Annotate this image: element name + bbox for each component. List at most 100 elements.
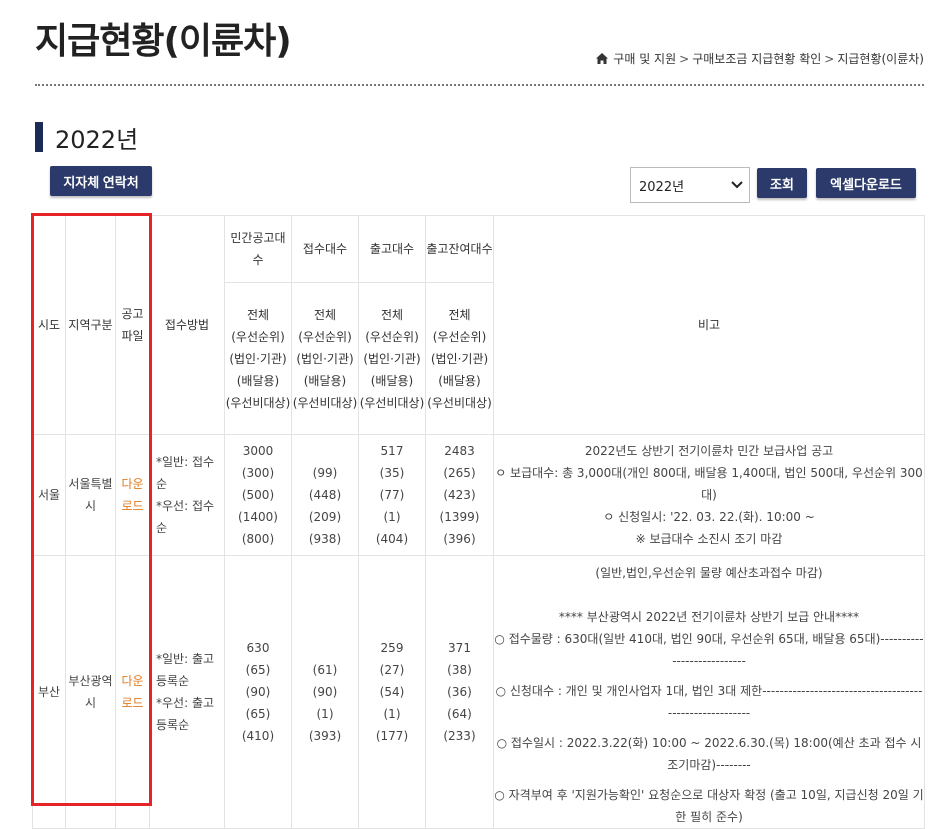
value: 371: [448, 641, 471, 655]
header-breakdown: 전체 (우선순위) (법인·기관) (배달용) (우선비대상): [358, 282, 426, 435]
cell-remaining: 371 (38) (36) (64) (233): [425, 555, 494, 829]
value: (1): [316, 707, 334, 721]
value: (35): [379, 466, 405, 480]
breakdown-label: (우선순위): [365, 329, 419, 344]
breakdown-label: (법인·기관): [296, 351, 354, 366]
breakdown-label: 전체: [380, 307, 404, 322]
home-icon[interactable]: [596, 53, 609, 64]
year-select[interactable]: 2022년: [630, 167, 750, 203]
header-public-count: 민간공고대수: [224, 215, 292, 283]
value: 630: [246, 641, 270, 655]
method-line: *우선: 출고등록순: [156, 696, 215, 732]
contact-button[interactable]: 지자체 연락처: [50, 166, 152, 196]
value: (209): [308, 510, 342, 524]
cell-shipped: 259 (27) (54) (1) (177): [358, 555, 426, 829]
header-breakdown: 전체 (우선순위) (법인·기관) (배달용) (우선비대상): [425, 282, 494, 435]
section-title-bar: [35, 122, 43, 152]
breakdown-label: 전체: [448, 307, 471, 322]
cell-received: (99) (448) (209) (938): [291, 434, 359, 556]
note-line: [494, 584, 924, 606]
cell-file: 다운로드: [115, 555, 150, 829]
note-line: ○ 접수물량 : 630대(일반 410대, 법인 90대, 우선순위 65대,…: [494, 632, 924, 668]
value: (54): [379, 685, 405, 699]
value: (500): [241, 488, 275, 502]
value: (1): [383, 510, 401, 524]
cell-note: (일반,법인,우선순위 물량 예산초과접수 마감) **** 부산광역시 202…: [493, 555, 925, 829]
note-line: (일반,법인,우선순위 물량 예산초과접수 마감): [595, 566, 823, 580]
breakdown-label: (우선비대상): [427, 395, 492, 410]
excel-download-button[interactable]: 엑셀다운로드: [816, 168, 916, 198]
search-button[interactable]: 조회: [757, 168, 807, 198]
value: (1399): [439, 510, 480, 524]
breadcrumb: 구매 및 지원 > 구매보조금 지급현황 확인 > 지급현황(이륜차): [596, 50, 924, 67]
value: (1): [383, 707, 401, 721]
header-shipped-count: 출고대수: [358, 215, 426, 283]
value: (64): [447, 707, 472, 721]
breakdown-label: (우선비대상): [292, 395, 358, 410]
header-note: 비고: [493, 215, 925, 435]
breadcrumb-separator-icon: >: [824, 51, 835, 66]
breakdown-label: (우선순위): [298, 329, 352, 344]
value: 2483: [444, 444, 475, 458]
header-breakdown: 전체 (우선순위) (법인·기관) (배달용) (우선비대상): [224, 282, 292, 435]
method-line: *일반: 접수순: [156, 455, 215, 491]
breakdown-label: (배달용): [303, 373, 347, 388]
subsidy-status-table: 시도 지역구분 공고파일 접수방법 민간공고대수 접수대수 출고대수 출고잔여대…: [32, 215, 925, 829]
value: (90): [312, 685, 338, 699]
note-line: **** 부산광역시 2022년 전기이륜차 상반기 보급 안내****: [558, 610, 860, 624]
header-received-count: 접수대수: [291, 215, 359, 283]
section-title-text: 2022년: [55, 125, 139, 154]
cell-method: *일반: 접수순 *우선: 접수순: [149, 434, 225, 556]
value: (38): [447, 663, 472, 677]
note-line: ○ 자격부여 후 '지원가능확인' 요청순으로 대상자 확정 (출고 10일, …: [494, 788, 924, 824]
breakdown-label: 전체: [313, 307, 337, 322]
cell-public: 3000 (300) (500) (1400) (800): [224, 434, 292, 556]
cell-shipped: 517 (35) (77) (1) (404): [358, 434, 426, 556]
breadcrumb-item[interactable]: 구매보조금 지급현황 확인: [692, 50, 821, 67]
method-line: *우선: 접수순: [156, 499, 215, 535]
header-sido: 시도: [32, 215, 66, 435]
value: (423): [443, 488, 476, 502]
value: (65): [245, 707, 271, 721]
value: (77): [379, 488, 405, 502]
notice-download-link[interactable]: 다운로드: [121, 477, 143, 513]
value: (36): [447, 685, 472, 699]
value: (99): [312, 466, 338, 480]
breadcrumb-item[interactable]: 구매 및 지원: [613, 50, 676, 67]
value: (938): [308, 532, 342, 546]
title-divider: [35, 84, 924, 86]
value: (61): [312, 663, 338, 677]
chevron-down-icon: [731, 181, 743, 189]
note-line: ※ 보급대수 소진시 조기 마감: [635, 532, 783, 546]
table-row: 서울 서울특별시 다운로드 *일반: 접수순 *우선: 접수순 3000 (30…: [32, 434, 925, 556]
note-line: ○ 신청대수 : 개인 및 개인사업자 1대, 법인 3대 제한--------…: [495, 684, 923, 720]
header-method: 접수방법: [149, 215, 225, 435]
value: (177): [375, 729, 409, 743]
value: (300): [241, 466, 275, 480]
value: (404): [375, 532, 409, 546]
breakdown-label: (법인·기관): [363, 351, 421, 366]
header-region: 지역구분: [65, 215, 116, 435]
breakdown-label: (우선비대상): [359, 395, 425, 410]
value: (90): [245, 685, 271, 699]
value: (233): [443, 729, 476, 743]
breakdown-label: (배달용): [370, 373, 414, 388]
value: 3000: [242, 444, 274, 458]
breakdown-label: (배달용): [236, 373, 280, 388]
value: (265): [443, 466, 476, 480]
notice-download-link[interactable]: 다운로드: [121, 674, 143, 710]
page-title: 지급현황(이륜차): [35, 21, 292, 62]
note-line: ㅇ 신청일시: '22. 03. 22.(화). 10:00 ~: [603, 510, 815, 524]
breadcrumb-current: 지급현황(이륜차): [837, 52, 924, 66]
breakdown-label: (법인·기관): [430, 351, 489, 366]
breadcrumb-separator-icon: >: [679, 51, 690, 66]
value: 517: [380, 444, 404, 458]
value: [292, 440, 358, 462]
breakdown-label: 전체: [246, 307, 270, 322]
cell-received: (61) (90) (1) (393): [291, 555, 359, 829]
value: [292, 637, 358, 659]
value: 259: [380, 641, 404, 655]
value: (396): [443, 532, 476, 546]
value: (65): [245, 663, 271, 677]
breakdown-label: (우선순위): [432, 329, 487, 344]
